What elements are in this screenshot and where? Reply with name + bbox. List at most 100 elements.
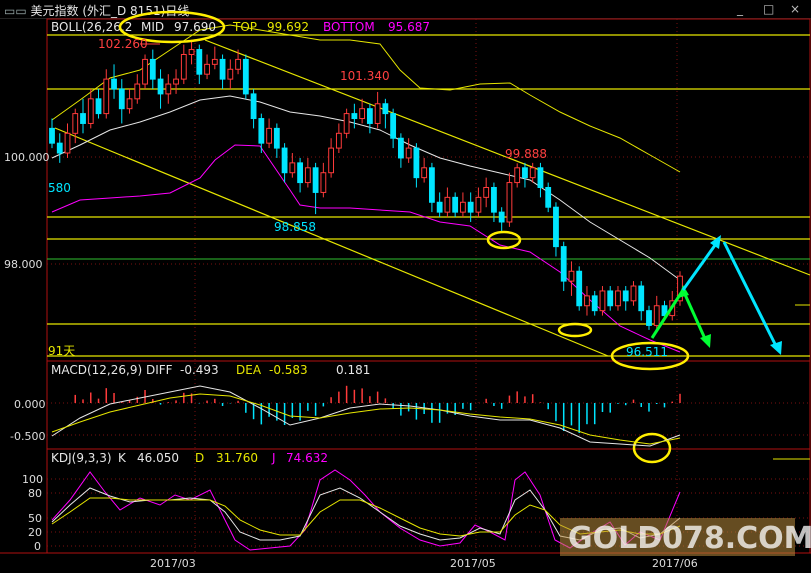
macd-dea-line	[51, 393, 681, 445]
candle-up	[173, 78, 179, 85]
candle-down	[413, 147, 420, 179]
boll-bottom-value: 95.687	[388, 20, 430, 34]
boll-top-value: 99.692	[267, 20, 309, 34]
left-label-580: 580	[48, 181, 71, 195]
candle-down	[622, 290, 629, 302]
kdj-tick-50: 50	[28, 512, 42, 525]
candle-down	[219, 58, 226, 80]
candle-up	[343, 113, 350, 134]
candle-up	[103, 78, 110, 115]
candle-down	[273, 127, 280, 149]
days-label: 91天	[48, 344, 75, 358]
kdj-tick-0: 0	[34, 540, 41, 553]
macd-highlight	[632, 432, 672, 464]
main-panel-frame	[46, 18, 811, 362]
candle-down	[297, 162, 304, 184]
candle-up	[514, 167, 521, 184]
macd-diff-line	[51, 385, 681, 447]
kdj-tick-20: 20	[28, 526, 42, 539]
kdj-tick-100: 100	[22, 473, 43, 486]
annotation-101-340: 101.340	[340, 69, 390, 83]
boll-mid-value: 97.690	[174, 20, 216, 34]
candle-down	[149, 58, 156, 80]
candle-up	[475, 196, 482, 213]
boll-bottom-line	[51, 144, 681, 353]
candle-up	[204, 63, 210, 75]
macd-legend: MACD(12,26,9) DIFF -0.493 DEA -0.583 0.1…	[51, 363, 370, 377]
candle-down	[382, 103, 389, 115]
price-tick-98: 98.000	[4, 258, 43, 271]
watermark-text: GOLD078.COM	[568, 521, 811, 556]
annotation-96-511: 96.511	[626, 345, 668, 359]
candle-down	[537, 167, 544, 188]
kdj-label: KDJ(9,3,3)	[51, 451, 112, 465]
low-highlight-2	[557, 322, 593, 338]
candle-down	[80, 113, 86, 124]
candle-down	[312, 167, 319, 193]
macd-diff-value: -0.493	[180, 363, 219, 377]
candle-up	[126, 98, 133, 110]
candle-down	[467, 201, 474, 213]
macd-tick-0: 0.000	[14, 398, 46, 411]
candle-down	[560, 246, 567, 282]
kdj-j-value: 74.632	[286, 451, 328, 465]
kdj-j-label: J	[271, 451, 276, 465]
candle-down	[498, 211, 505, 223]
x-tick-2017-03: 2017/03	[150, 557, 196, 570]
macd-dea-label: DEA	[236, 363, 262, 377]
candle-up	[64, 132, 71, 154]
candle-up	[653, 305, 660, 326]
macd-dea-value: -0.583	[269, 363, 308, 377]
candle-up	[584, 295, 590, 307]
candle-down	[56, 142, 63, 154]
candle-up	[568, 270, 575, 282]
candle-up	[374, 103, 381, 124]
candle-up	[320, 172, 327, 193]
annotation-99-888: 99.888	[505, 147, 547, 161]
candle-up	[235, 58, 241, 70]
candle-up	[304, 167, 311, 184]
candle-down	[351, 113, 358, 120]
candle-up	[335, 132, 342, 149]
candle-up	[134, 83, 141, 100]
candle-down	[491, 187, 497, 213]
candle-up	[266, 127, 272, 144]
boll-legend: BOLL(26,26,2 MID 97.690 TOP 99.692 BOTTO…	[51, 20, 430, 34]
x-tick-2017-06: 2017/06	[652, 557, 698, 570]
candle-up	[165, 83, 172, 95]
candle-up	[142, 58, 148, 85]
candle-down	[638, 285, 645, 312]
candle-down	[646, 310, 652, 326]
candle-down	[157, 78, 164, 95]
candle-up	[421, 167, 428, 179]
kdj-d-value: 31.760	[216, 451, 258, 465]
candle-up	[180, 53, 187, 80]
candle-down	[591, 295, 598, 312]
x-tick-2017-05: 2017/05	[450, 557, 496, 570]
green-arrow-down-icon	[681, 289, 708, 342]
candle-down	[281, 147, 288, 174]
macd-diff-label: DIFF	[146, 363, 173, 377]
boll-bottom-label: BOTTOM	[323, 20, 375, 34]
candle-up	[227, 68, 234, 80]
annotation-98-858: 98.858	[274, 220, 316, 234]
candle-down	[390, 113, 397, 139]
candle-up	[405, 147, 412, 159]
grid-lines	[47, 19, 810, 553]
forecast-arrows	[650, 235, 782, 355]
candle-up	[506, 182, 513, 223]
candle-up	[630, 285, 637, 302]
candle-down	[576, 270, 583, 307]
macd-hist-value: 0.181	[336, 363, 370, 377]
candle-down	[258, 118, 265, 144]
kdj-k-value: 46.050	[137, 451, 179, 465]
macd-label: MACD(12,26,9)	[51, 363, 142, 377]
stock-chart[interactable]: 100.000 98.000 0.000 -0.500 100 80 50 20…	[0, 0, 811, 573]
candle-up	[211, 58, 218, 65]
candle-up	[87, 98, 94, 124]
candle-up	[529, 167, 536, 179]
price-tick-100: 100.000	[4, 151, 50, 164]
candle-down	[242, 58, 249, 95]
candle-down	[366, 108, 373, 124]
candle-up	[289, 162, 296, 174]
